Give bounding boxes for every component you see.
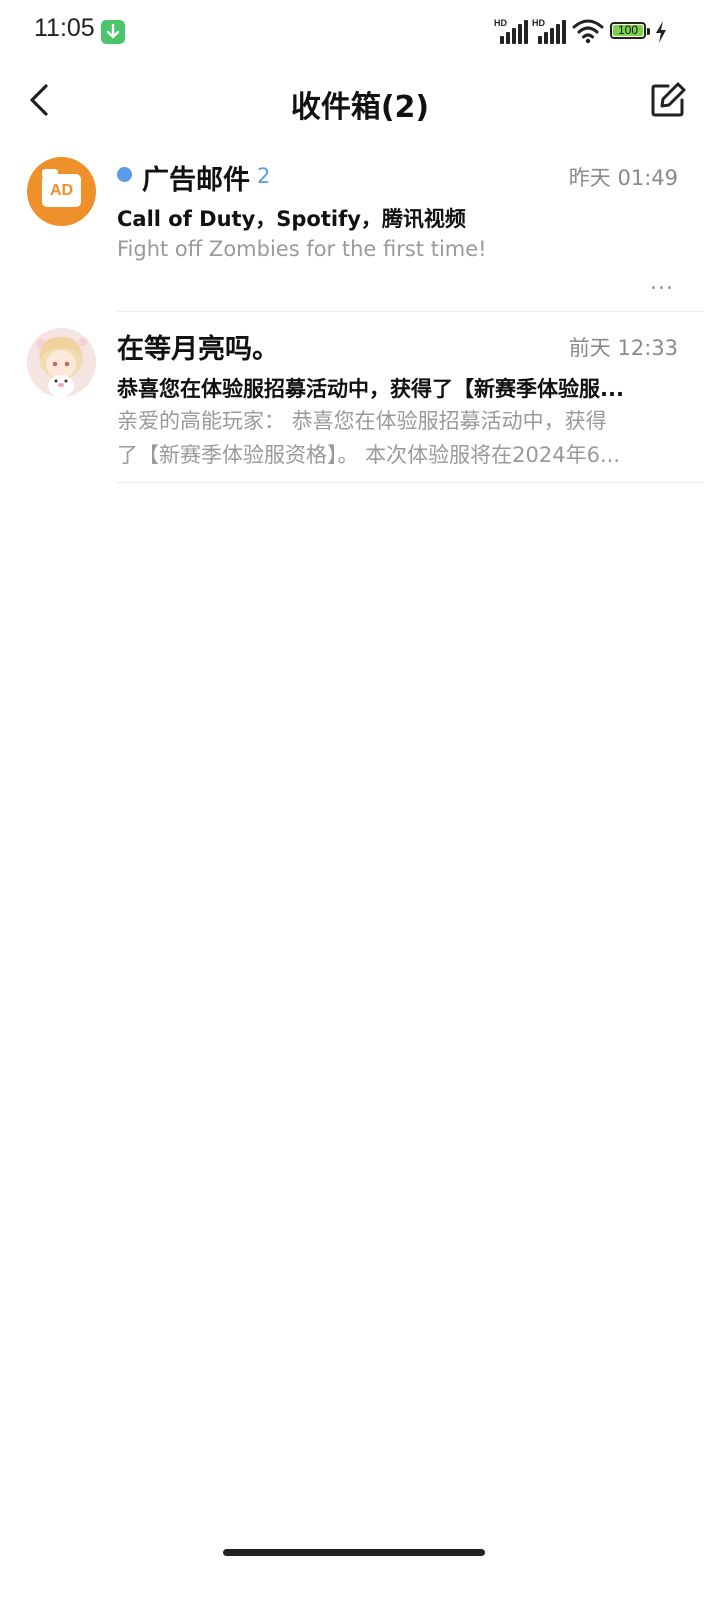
charging-bolt-icon xyxy=(656,21,666,43)
top-app-bar: 收件箱(2) xyxy=(0,64,720,140)
sender-name: 广告邮件 xyxy=(142,165,250,196)
page-title: 收件箱(2) xyxy=(290,90,430,125)
mail-list: AD 广告邮件 2 昨天 01:49 Call of Duty，Spotify，… xyxy=(0,142,720,484)
chevron-left-icon xyxy=(30,84,48,116)
hd-label: HD xyxy=(532,18,545,28)
mail-time: 昨天 01:49 xyxy=(568,166,678,190)
avatar: AD xyxy=(27,157,96,226)
battery-icon: 100 xyxy=(610,22,646,39)
hd-label: HD xyxy=(494,18,507,28)
ad-folder-icon: AD xyxy=(42,169,81,207)
compose-button[interactable] xyxy=(648,80,688,120)
mail-preview-line: 了【新赛季体验服资格】。 本次体验服将在2024年6... xyxy=(117,443,621,467)
mail-list-item[interactable]: AD 广告邮件 2 昨天 01:49 Call of Duty，Spotify，… xyxy=(0,142,720,312)
avatar xyxy=(27,328,96,397)
status-time: 11:05 xyxy=(34,14,95,42)
download-notification-icon xyxy=(101,20,125,44)
status-indicators: HD HD 100 xyxy=(494,16,684,48)
avatar-label: AD xyxy=(49,182,74,199)
mail-subject: Call of Duty，Spotify，腾讯视频 xyxy=(117,207,466,231)
cellular-signal-icon: HD xyxy=(494,16,528,44)
mail-preview-line: 亲爱的高能玩家： 恭喜您在体验服招募活动中，获得 xyxy=(117,409,607,433)
unread-dot xyxy=(117,167,132,182)
battery-tip xyxy=(647,28,650,35)
mail-subject: 恭喜您在体验服招募活动中，获得了【新赛季体验服... xyxy=(117,377,624,401)
thread-count: 2 xyxy=(257,164,271,188)
home-indicator[interactable] xyxy=(223,1549,485,1556)
mail-preview: Fight off Zombies for the first time! xyxy=(117,237,487,261)
cellular-signal-icon: HD xyxy=(532,16,566,44)
wifi-icon xyxy=(572,19,604,44)
mail-time: 前天 12:33 xyxy=(568,336,678,360)
back-button[interactable] xyxy=(22,80,58,120)
mail-list-item[interactable]: 在等月亮吗。 前天 12:33 恭喜您在体验服招募活动中，获得了【新赛季体验服.… xyxy=(0,312,720,484)
status-bar: 11:05 HD HD 100 xyxy=(0,0,720,64)
battery-level: 100 xyxy=(613,24,643,36)
compose-icon xyxy=(651,82,686,117)
anime-character-avatar-icon xyxy=(27,328,96,397)
sender-name: 在等月亮吗。 xyxy=(117,334,279,365)
divider xyxy=(117,482,704,483)
more-icon[interactable]: ... xyxy=(650,270,674,295)
